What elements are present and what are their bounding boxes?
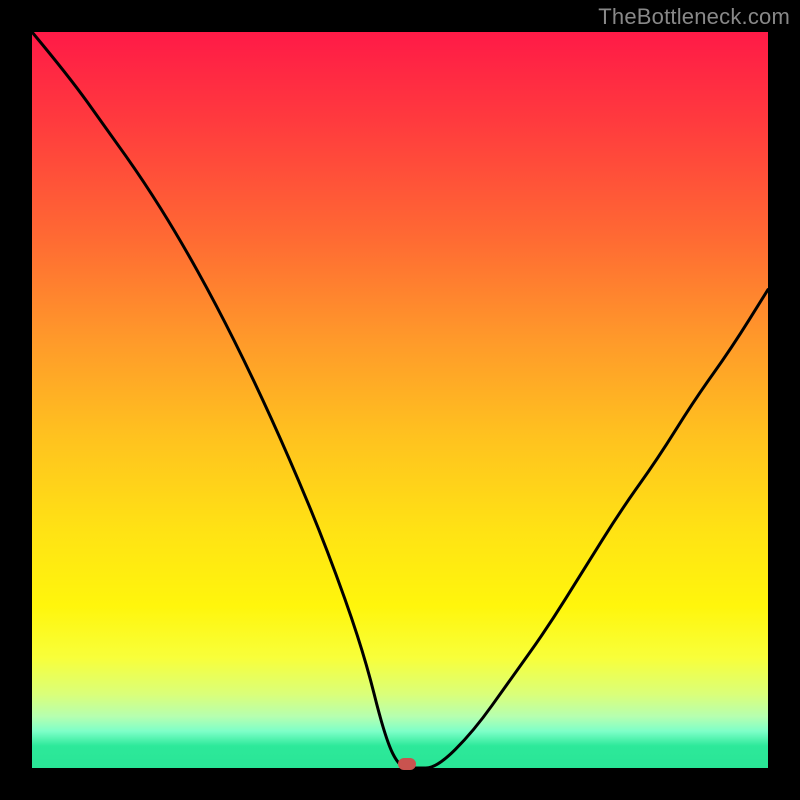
chart-frame: TheBottleneck.com [0, 0, 800, 800]
chart-plot-area [32, 32, 768, 768]
curve-path [32, 32, 768, 768]
watermark-text: TheBottleneck.com [598, 4, 790, 30]
bottleneck-curve [32, 32, 768, 768]
optimal-point-marker [398, 758, 416, 770]
